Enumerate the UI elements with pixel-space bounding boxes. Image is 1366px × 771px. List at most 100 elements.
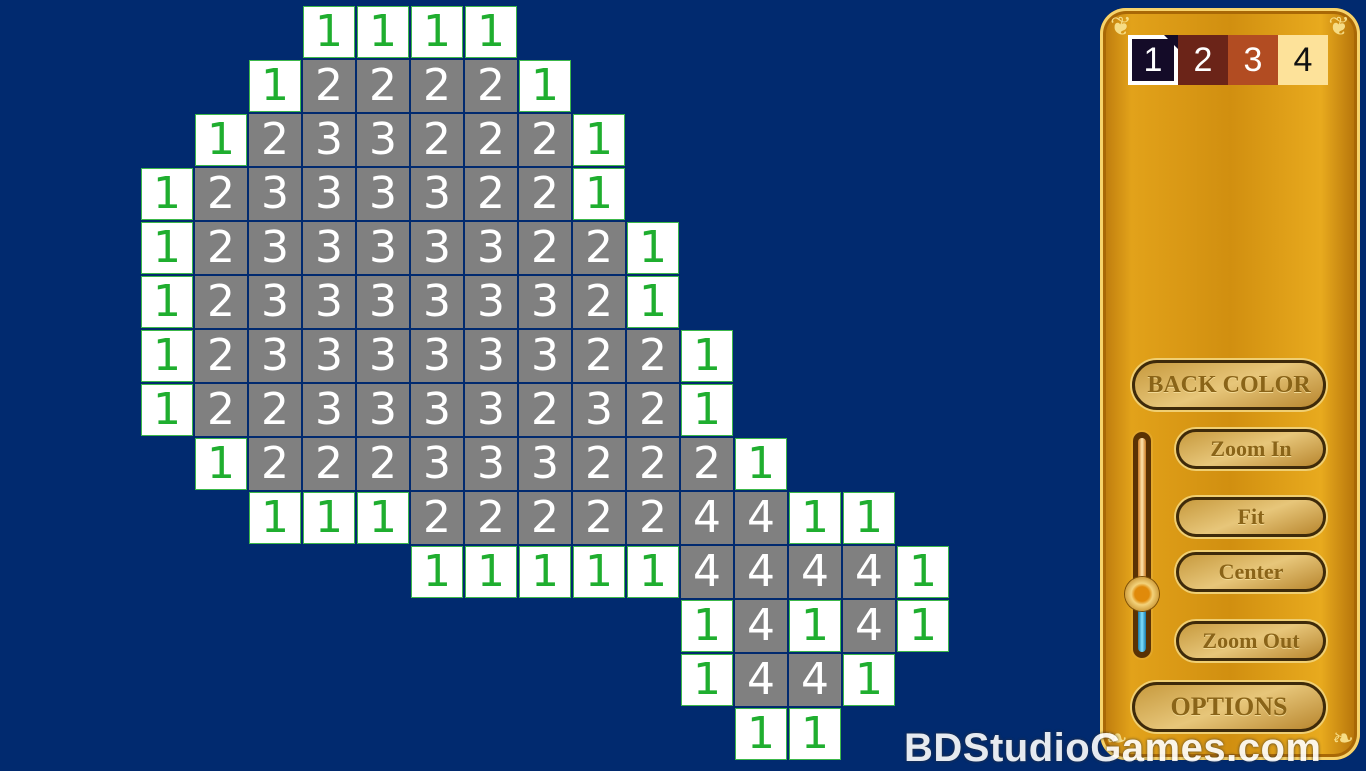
board-cell[interactable]: 3 <box>357 276 409 328</box>
board-cell[interactable]: 1 <box>573 168 625 220</box>
board-cell[interactable]: 2 <box>519 114 571 166</box>
board-cell[interactable]: 1 <box>357 492 409 544</box>
board-cell[interactable]: 1 <box>681 384 733 436</box>
board-cell[interactable]: 2 <box>195 168 247 220</box>
board-cell[interactable]: 4 <box>843 546 895 598</box>
board-cell[interactable]: 2 <box>519 222 571 274</box>
board-cell[interactable]: 3 <box>465 276 517 328</box>
palette-color-2[interactable]: 2 <box>1178 35 1228 85</box>
board-cell[interactable]: 1 <box>843 492 895 544</box>
board-cell[interactable]: 1 <box>465 546 517 598</box>
board-cell[interactable]: 3 <box>519 438 571 490</box>
board-cell[interactable]: 3 <box>411 438 463 490</box>
board-cell[interactable]: 1 <box>141 384 193 436</box>
board-cell[interactable]: 2 <box>411 114 463 166</box>
board-cell[interactable]: 4 <box>735 654 787 706</box>
board-cell[interactable]: 3 <box>249 168 301 220</box>
board-cell[interactable]: 4 <box>789 546 841 598</box>
board-cell[interactable]: 1 <box>843 654 895 706</box>
board-cell[interactable]: 1 <box>789 708 841 760</box>
options-button[interactable]: OPTIONS <box>1132 682 1326 732</box>
board-cell[interactable]: 1 <box>789 600 841 652</box>
board-cell[interactable]: 3 <box>465 330 517 382</box>
zoom-in-button[interactable]: Zoom In <box>1176 429 1326 469</box>
board-cell[interactable]: 4 <box>681 492 733 544</box>
board-cell[interactable]: 1 <box>897 546 949 598</box>
board-cell[interactable]: 2 <box>465 60 517 112</box>
board-cell[interactable]: 3 <box>357 114 409 166</box>
board-cell[interactable]: 3 <box>465 438 517 490</box>
board-cell[interactable]: 2 <box>627 438 679 490</box>
board-cell[interactable]: 3 <box>249 330 301 382</box>
board-cell[interactable]: 1 <box>465 6 517 58</box>
board-cell[interactable]: 3 <box>411 330 463 382</box>
board-cell[interactable]: 4 <box>681 546 733 598</box>
board-cell[interactable]: 1 <box>789 492 841 544</box>
board-cell[interactable]: 1 <box>141 330 193 382</box>
board-cell[interactable]: 1 <box>627 276 679 328</box>
board-cell[interactable]: 3 <box>303 276 355 328</box>
board-cell[interactable]: 2 <box>573 330 625 382</box>
board-cell[interactable]: 3 <box>465 222 517 274</box>
board-cell[interactable]: 3 <box>303 114 355 166</box>
board-cell[interactable]: 1 <box>249 60 301 112</box>
board-cell[interactable]: 2 <box>303 438 355 490</box>
board-cell[interactable]: 2 <box>195 276 247 328</box>
board-cell[interactable]: 1 <box>141 276 193 328</box>
board-cell[interactable]: 3 <box>519 276 571 328</box>
board-cell[interactable]: 2 <box>573 276 625 328</box>
board-cell[interactable]: 3 <box>411 276 463 328</box>
board-cell[interactable]: 3 <box>357 384 409 436</box>
board-cell[interactable]: 3 <box>411 384 463 436</box>
board-cell[interactable]: 1 <box>141 222 193 274</box>
center-button[interactable]: Center <box>1176 552 1326 592</box>
board-cell[interactable]: 2 <box>195 330 247 382</box>
palette-color-4[interactable]: 4 <box>1278 35 1328 85</box>
board-cell[interactable]: 1 <box>195 114 247 166</box>
board-cell[interactable]: 4 <box>789 654 841 706</box>
board-cell[interactable]: 2 <box>465 492 517 544</box>
board-cell[interactable]: 1 <box>411 6 463 58</box>
board-cell[interactable]: 3 <box>465 384 517 436</box>
board-cell[interactable]: 3 <box>303 168 355 220</box>
board-cell[interactable]: 3 <box>519 330 571 382</box>
board-cell[interactable]: 1 <box>735 438 787 490</box>
board-cell[interactable]: 1 <box>411 546 463 598</box>
board-cell[interactable]: 1 <box>681 330 733 382</box>
board-cell[interactable]: 1 <box>195 438 247 490</box>
board-cell[interactable]: 1 <box>735 708 787 760</box>
board-cell[interactable]: 2 <box>195 384 247 436</box>
board-cell[interactable]: 2 <box>573 222 625 274</box>
board-cell[interactable]: 2 <box>681 438 733 490</box>
board-cell[interactable]: 3 <box>303 384 355 436</box>
board-cell[interactable]: 2 <box>249 438 301 490</box>
board-cell[interactable]: 1 <box>519 60 571 112</box>
board-cell[interactable]: 2 <box>573 438 625 490</box>
board-cell[interactable]: 2 <box>411 60 463 112</box>
palette-color-3[interactable]: 3 <box>1228 35 1278 85</box>
board-cell[interactable]: 3 <box>573 384 625 436</box>
board-cell[interactable]: 4 <box>735 600 787 652</box>
board-cell[interactable]: 1 <box>141 168 193 220</box>
board-cell[interactable]: 2 <box>519 492 571 544</box>
zoom-slider-handle[interactable] <box>1125 577 1159 612</box>
board-cell[interactable]: 3 <box>411 168 463 220</box>
board-cell[interactable]: 1 <box>897 600 949 652</box>
board-cell[interactable]: 2 <box>627 330 679 382</box>
board-cell[interactable]: 2 <box>573 492 625 544</box>
board-cell[interactable]: 1 <box>681 654 733 706</box>
board-cell[interactable]: 2 <box>357 60 409 112</box>
board-cell[interactable]: 2 <box>249 114 301 166</box>
board-cell[interactable]: 1 <box>249 492 301 544</box>
back-color-button[interactable]: BACK COLOR <box>1132 360 1326 410</box>
board-cell[interactable]: 4 <box>843 600 895 652</box>
board-cell[interactable]: 3 <box>357 168 409 220</box>
board-cell[interactable]: 1 <box>627 546 679 598</box>
board-cell[interactable]: 2 <box>195 222 247 274</box>
palette-color-1[interactable]: 1 <box>1128 35 1178 85</box>
board-cell[interactable]: 1 <box>573 546 625 598</box>
fit-button[interactable]: Fit <box>1176 497 1326 537</box>
board-cell[interactable]: 1 <box>357 6 409 58</box>
board-cell[interactable]: 3 <box>357 330 409 382</box>
board-cell[interactable]: 2 <box>627 384 679 436</box>
